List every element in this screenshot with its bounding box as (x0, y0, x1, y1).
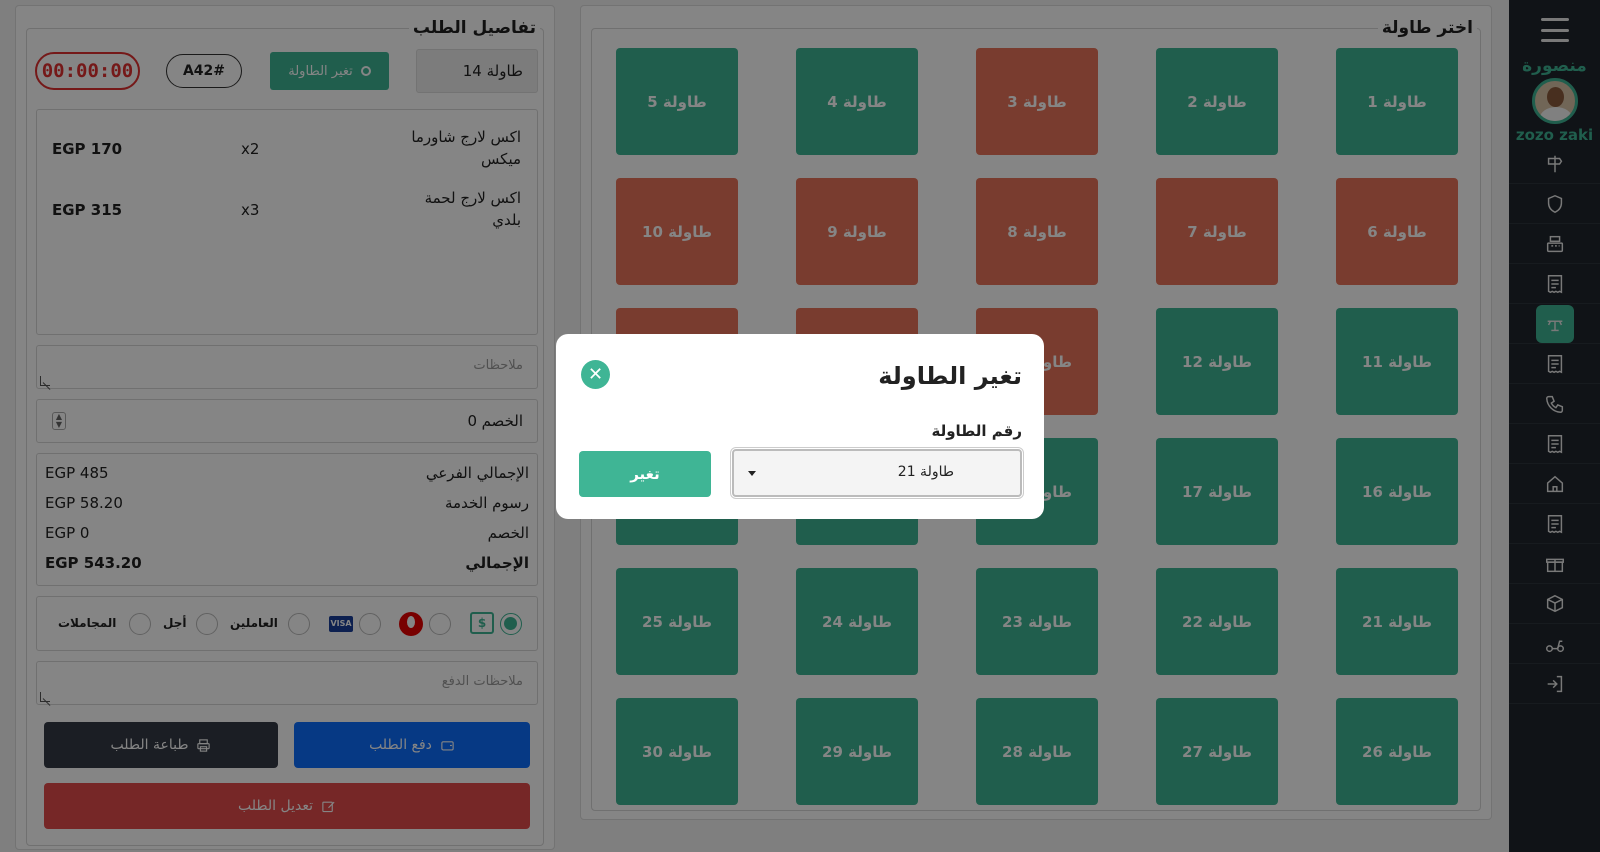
modal-title: تغير الطاولة (878, 362, 1022, 390)
change-table-modal: تغير الطاولة ✕ رقم الطاولة طاولة 21 تغير (556, 334, 1044, 519)
table-number-select[interactable]: طاولة 21 (730, 447, 1024, 499)
chevron-down-icon (748, 471, 756, 476)
table-number-label: رقم الطاولة (931, 422, 1022, 440)
close-icon[interactable]: ✕ (581, 360, 610, 389)
table-number-selected: طاولة 21 (897, 464, 954, 480)
change-table-submit-button[interactable]: تغير (579, 451, 711, 497)
